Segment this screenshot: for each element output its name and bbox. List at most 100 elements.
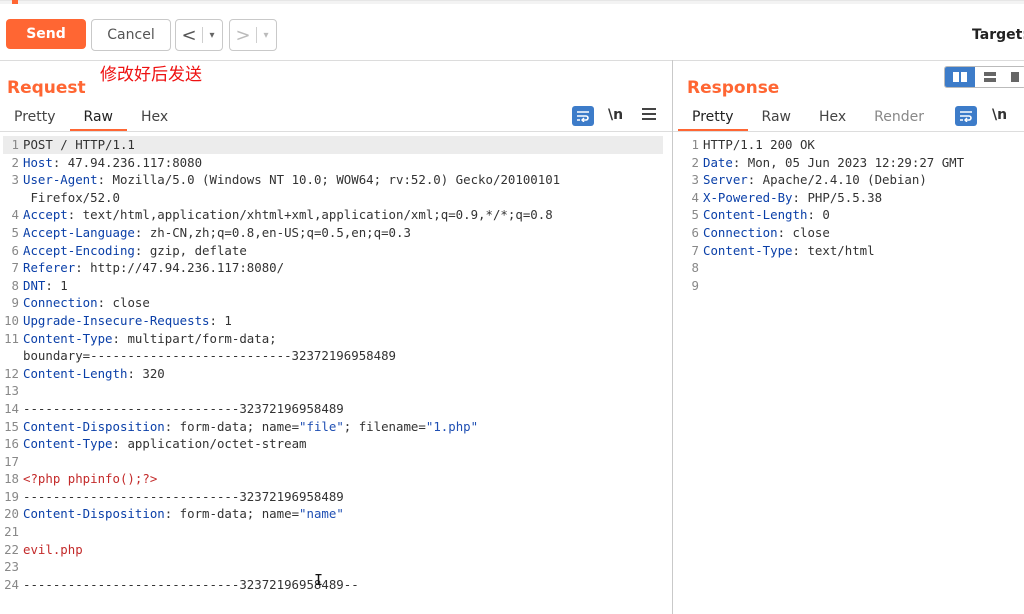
split-view-icon[interactable]	[945, 67, 975, 87]
request-line: 17	[3, 453, 663, 471]
line-text: Content-Disposition: form-data; name="fi…	[23, 418, 478, 436]
line-number: 6	[691, 224, 699, 240]
header-name: Content-Disposition	[23, 418, 165, 434]
text-segment: : gzip, deflate	[134, 242, 247, 258]
text-segment: ; filename=	[343, 418, 426, 434]
line-number: 24	[4, 576, 19, 592]
forward-history-dropdown-icon[interactable]: ▾	[257, 30, 275, 41]
line-number: 4	[11, 207, 19, 223]
show-newlines-icon[interactable]: \n	[992, 107, 1007, 123]
request-tab-pretty[interactable]: Pretty	[0, 104, 70, 130]
request-title: Request	[7, 78, 86, 98]
back-button[interactable]: < ▾	[175, 19, 223, 51]
header-name: Connection	[703, 224, 778, 240]
back-history-dropdown-icon[interactable]: ▾	[203, 30, 221, 41]
single-view-icon[interactable]	[1005, 67, 1024, 87]
header-name: Content-Type	[23, 436, 113, 452]
request-line: Firefox/52.0	[3, 189, 663, 207]
response-tab-underline	[673, 131, 1024, 132]
header-name: Content-Length	[23, 365, 128, 381]
line-number: 11	[4, 330, 19, 346]
response-tab-render[interactable]: Render	[860, 104, 938, 130]
text-segment: -----------------------------32372196958…	[23, 576, 359, 592]
header-name: Content-Disposition	[23, 506, 165, 522]
text-segment: : application/octet-stream	[112, 436, 307, 452]
request-line: 20 Content-Disposition: form-data; name="…	[3, 505, 663, 523]
line-text: evil.php	[23, 541, 83, 559]
line-text: Host: 47.94.236.117:8080	[23, 154, 202, 172]
line-number: 16	[4, 436, 19, 452]
pane-divider[interactable]	[672, 60, 673, 614]
header-name: Connection	[23, 295, 98, 311]
text-segment: HTTP/1.1 200 OK	[703, 137, 815, 152]
response-editor[interactable]: 1 HTTP/1.1 200 OK 2 Date: Mon, 05 Jun 2023 …	[683, 136, 1023, 294]
stacked-view-icon[interactable]	[975, 67, 1005, 87]
request-editor[interactable]: 1 POST / HTTP/1.1 2 Host: 47.94.236.117:808…	[3, 136, 663, 593]
text-segment: Firefox/52.0	[23, 189, 120, 205]
response-tab-raw[interactable]: Raw	[748, 104, 805, 130]
annotation-text: 修改好后发送	[100, 65, 202, 85]
line-text: Accept: text/html,application/xhtml+xml,…	[23, 206, 553, 224]
text-segment: : 0	[807, 207, 830, 223]
wrap-lines-icon[interactable]	[955, 106, 977, 126]
line-text: Content-Type: text/html	[703, 242, 875, 260]
text-segment: : 1	[45, 277, 68, 293]
request-line: 16 Content-Type: application/octet-stream	[3, 435, 663, 453]
line-text: Firefox/52.0	[23, 189, 120, 207]
menu-icon[interactable]	[642, 108, 656, 123]
line-number: 2	[11, 154, 19, 170]
request-line: 23	[3, 558, 663, 576]
line-number: 19	[4, 488, 19, 504]
request-tabs: Pretty Raw Hex	[0, 104, 182, 132]
line-number: 12	[4, 365, 19, 381]
target-label[interactable]: Target:	[972, 27, 1024, 43]
text-segment: : http://47.94.236.117:8080/	[75, 260, 285, 276]
line-text: <?php phpinfo();?>	[23, 470, 157, 488]
request-line: 21	[3, 523, 663, 541]
send-button[interactable]: Send	[6, 19, 86, 49]
string-value: "name"	[299, 506, 344, 522]
response-line: 1 HTTP/1.1 200 OK	[683, 136, 1023, 154]
forward-button[interactable]: > ▾	[229, 19, 277, 51]
line-text: HTTP/1.1 200 OK	[703, 136, 815, 154]
text-segment: : text/html,application/xhtml+xml,applic…	[67, 207, 553, 223]
header-name: DNT	[23, 277, 46, 293]
line-number: 2	[691, 154, 699, 170]
response-tab-hex[interactable]: Hex	[805, 104, 860, 130]
line-number: 7	[11, 260, 19, 276]
show-newlines-icon[interactable]: \n	[608, 107, 623, 123]
response-line: 5 Content-Length: 0	[683, 206, 1023, 224]
text-segment: <?php phpinfo();?>	[23, 471, 158, 487]
request-line: 9 Connection: close	[3, 294, 663, 312]
line-text: Content-Type: multipart/form-data;	[23, 330, 277, 348]
line-text: Accept-Encoding: gzip, deflate	[23, 242, 247, 260]
line-number: 3	[11, 172, 19, 188]
response-line: 9	[683, 277, 1023, 295]
request-line: 6 Accept-Encoding: gzip, deflate	[3, 242, 663, 260]
line-text: Content-Type: application/octet-stream	[23, 435, 307, 453]
request-line: 19 -----------------------------323721969…	[3, 488, 663, 506]
line-number: 20	[4, 506, 19, 522]
line-text: -----------------------------32372196958…	[23, 576, 359, 594]
text-segment: -----------------------------32372196958…	[23, 488, 344, 504]
request-tab-raw[interactable]: Raw	[69, 104, 128, 132]
request-line: 15 Content-Disposition: form-data; name="…	[3, 418, 663, 436]
response-line: 2 Date: Mon, 05 Jun 2023 12:29:27 GMT	[683, 154, 1023, 172]
response-tab-pretty[interactable]: Pretty	[678, 104, 748, 132]
wrap-lines-icon[interactable]	[572, 106, 594, 126]
request-line: 24 -----------------------------323721969…	[3, 576, 663, 594]
line-text: DNT: 1	[23, 277, 68, 295]
response-line: 7 Content-Type: text/html	[683, 242, 1023, 260]
line-text: Date: Mon, 05 Jun 2023 12:29:27 GMT	[703, 154, 964, 172]
header-name: Accept-Encoding	[23, 242, 135, 258]
header-name: Content-Length	[703, 207, 808, 223]
request-line: 8 DNT: 1	[3, 277, 663, 295]
cancel-button[interactable]: Cancel	[91, 19, 171, 51]
request-tab-hex[interactable]: Hex	[127, 104, 182, 130]
header-name: Content-Type	[23, 330, 113, 346]
line-text: -----------------------------32372196958…	[23, 488, 344, 506]
request-line: 1 POST / HTTP/1.1	[3, 136, 663, 154]
line-number: 7	[691, 242, 699, 258]
text-segment: : close	[97, 295, 150, 311]
header-name: Date	[703, 154, 733, 170]
